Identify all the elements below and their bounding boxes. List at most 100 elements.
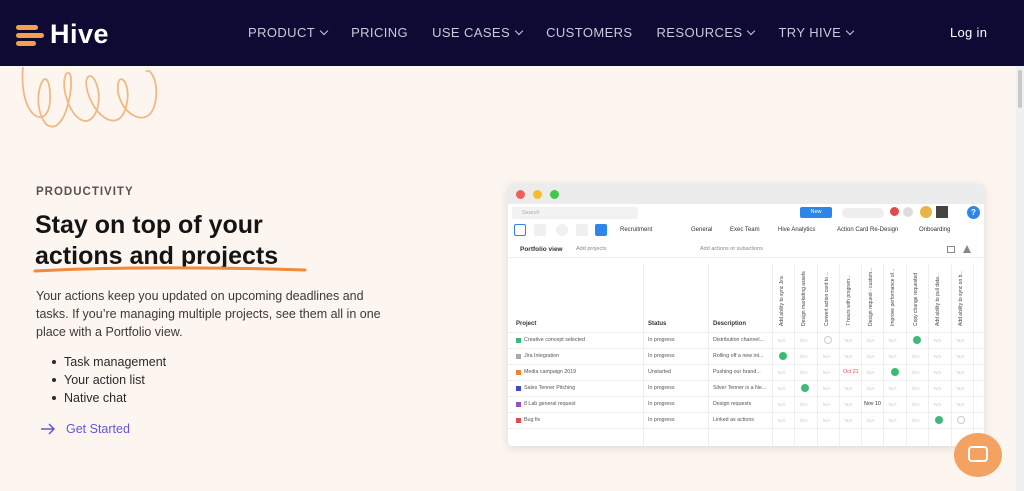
scrollbar-thumb[interactable]: [1018, 70, 1022, 108]
project-color-swatch: [516, 418, 521, 423]
project-status: In progress: [648, 353, 675, 359]
add-actions-select[interactable]: Add actions or subactions: [700, 246, 763, 252]
check-icon: [891, 368, 899, 376]
page-scrollbar[interactable]: [1016, 66, 1024, 491]
nav-label: TRY HIVE: [778, 25, 842, 40]
na-label: N/A: [889, 338, 897, 343]
project-description: Design requests: [713, 401, 752, 407]
nav-item-pricing[interactable]: PRICING: [351, 25, 408, 40]
column-header-action: Design request - custom...: [868, 267, 874, 326]
na-label: N/A: [957, 338, 965, 343]
warning-icon[interactable]: [963, 245, 971, 253]
project-description: Silver Tenner is a Ne...: [713, 385, 767, 391]
headline-line-1: Stay on top of your: [35, 211, 263, 239]
chevron-down-icon: [514, 26, 524, 35]
na-label: N/A: [823, 386, 831, 391]
login-link[interactable]: Log in: [950, 25, 987, 40]
project-color-swatch: [516, 386, 521, 391]
check-icon: [935, 416, 943, 424]
nav-item-try-hive[interactable]: TRY HIVE: [778, 25, 855, 40]
hero-description: Your actions keep you updated on upcomin…: [36, 289, 381, 339]
folder-icon[interactable]: [514, 224, 526, 236]
cta-label: Get Started: [66, 422, 130, 436]
add-projects-select[interactable]: Add projects: [576, 246, 607, 252]
app-preview-window: Search New ? Recruitment General Exec Te…: [508, 184, 984, 446]
avatar[interactable]: [920, 206, 932, 218]
project-name: Sales Tenner Pitching: [524, 385, 576, 391]
email-icon[interactable]: [947, 246, 955, 253]
project-color-swatch: [516, 338, 521, 343]
minimize-dot-icon: [533, 190, 542, 199]
brand-name: Hive: [50, 19, 110, 49]
column-header-project: Project: [516, 321, 537, 327]
tab-onboarding[interactable]: Onboarding: [919, 227, 950, 233]
portfolio-grid: Project Status Description Add ability t…: [508, 264, 984, 446]
table-row[interactable]: Media campaign 2019 Unstarted Pushing ou…: [508, 364, 984, 380]
nav-item-product[interactable]: PRODUCT: [248, 25, 329, 40]
avatar[interactable]: [936, 206, 948, 218]
calendar-icon[interactable]: [534, 224, 546, 236]
column-header-action: Convert action card to ...: [824, 271, 830, 326]
help-icon[interactable]: ?: [967, 206, 980, 219]
tab-general[interactable]: General: [691, 227, 712, 233]
tab-hive-analytics[interactable]: Hive Analytics: [778, 227, 815, 233]
app-search-input[interactable]: Search: [512, 207, 638, 219]
na-label: N/A: [778, 386, 786, 391]
na-label: N/A: [778, 338, 786, 343]
na-label: N/A: [823, 354, 831, 359]
people-icon[interactable]: [576, 224, 588, 236]
portfolio-title: Portfolio view: [520, 246, 563, 253]
grid-view-icon[interactable]: [595, 224, 607, 236]
headline-underline: [33, 266, 307, 273]
na-label: N/A: [934, 402, 942, 407]
list-item-label: Your action list: [64, 373, 145, 387]
feature-list: Task management Your action list Native …: [52, 353, 166, 407]
tab-recruitment[interactable]: Recruitment: [620, 227, 652, 233]
get-started-link[interactable]: Get Started: [40, 422, 130, 436]
new-button[interactable]: New: [800, 207, 832, 218]
na-label: N/A: [800, 370, 808, 375]
na-label: N/A: [778, 402, 786, 407]
na-label: N/A: [800, 354, 808, 359]
table-row[interactable]: Bug fix In progress Linked as actions N/…: [508, 412, 984, 428]
hive-logo[interactable]: Hive: [16, 19, 109, 50]
na-label: N/A: [912, 418, 920, 423]
table-row[interactable]: 8 Lab general request In progress Design…: [508, 396, 984, 412]
profile-pill[interactable]: [842, 208, 884, 218]
clock-icon[interactable]: [556, 224, 568, 236]
project-name: 8 Lab general request: [524, 401, 576, 407]
hero-headline: Stay on top of your actions and projects: [35, 210, 355, 272]
project-status: Unstarted: [648, 369, 671, 375]
na-label: N/A: [845, 354, 853, 359]
table-row[interactable]: Jira Integration In progress Rolling off…: [508, 348, 984, 364]
project-status: In progress: [648, 337, 675, 343]
notification-icon[interactable]: [890, 207, 899, 216]
list-item-label: Native chat: [64, 391, 127, 405]
na-label: N/A: [934, 338, 942, 343]
na-label: N/A: [889, 354, 897, 359]
na-label: N/A: [957, 354, 965, 359]
column-header-description: Description: [713, 321, 747, 327]
table-row[interactable]: Creative concept selected In progress Di…: [508, 332, 984, 348]
nav-label: PRODUCT: [248, 25, 316, 40]
column-header-action: Copy change requested: [913, 272, 919, 326]
table-row[interactable]: Sales Tenner Pitching In progress Silver…: [508, 380, 984, 396]
tab-exec-team[interactable]: Exec Team: [730, 227, 760, 233]
chat-launcher-button[interactable]: [954, 433, 1002, 477]
portfolio-header: Portfolio view Add projects Add actions …: [508, 242, 984, 258]
maximize-dot-icon: [550, 190, 559, 199]
na-label: N/A: [823, 402, 831, 407]
status-circle-icon: [957, 416, 965, 424]
close-dot-icon: [516, 190, 525, 199]
tab-action-card-redesign[interactable]: Action Card Re-Design: [837, 227, 898, 233]
na-label: N/A: [889, 418, 897, 423]
project-description: Rolling off a new int...: [713, 353, 764, 359]
settings-icon[interactable]: [903, 207, 913, 217]
bullet-icon: [52, 396, 56, 400]
section-kicker: PRODUCTIVITY: [36, 186, 134, 198]
nav-item-use-cases[interactable]: USE CASES: [432, 25, 524, 40]
nav-label: USE CASES: [432, 25, 511, 40]
nav-item-resources[interactable]: RESOURCES: [657, 25, 756, 40]
na-label: N/A: [867, 370, 875, 375]
nav-item-customers[interactable]: CUSTOMERS: [546, 25, 632, 40]
